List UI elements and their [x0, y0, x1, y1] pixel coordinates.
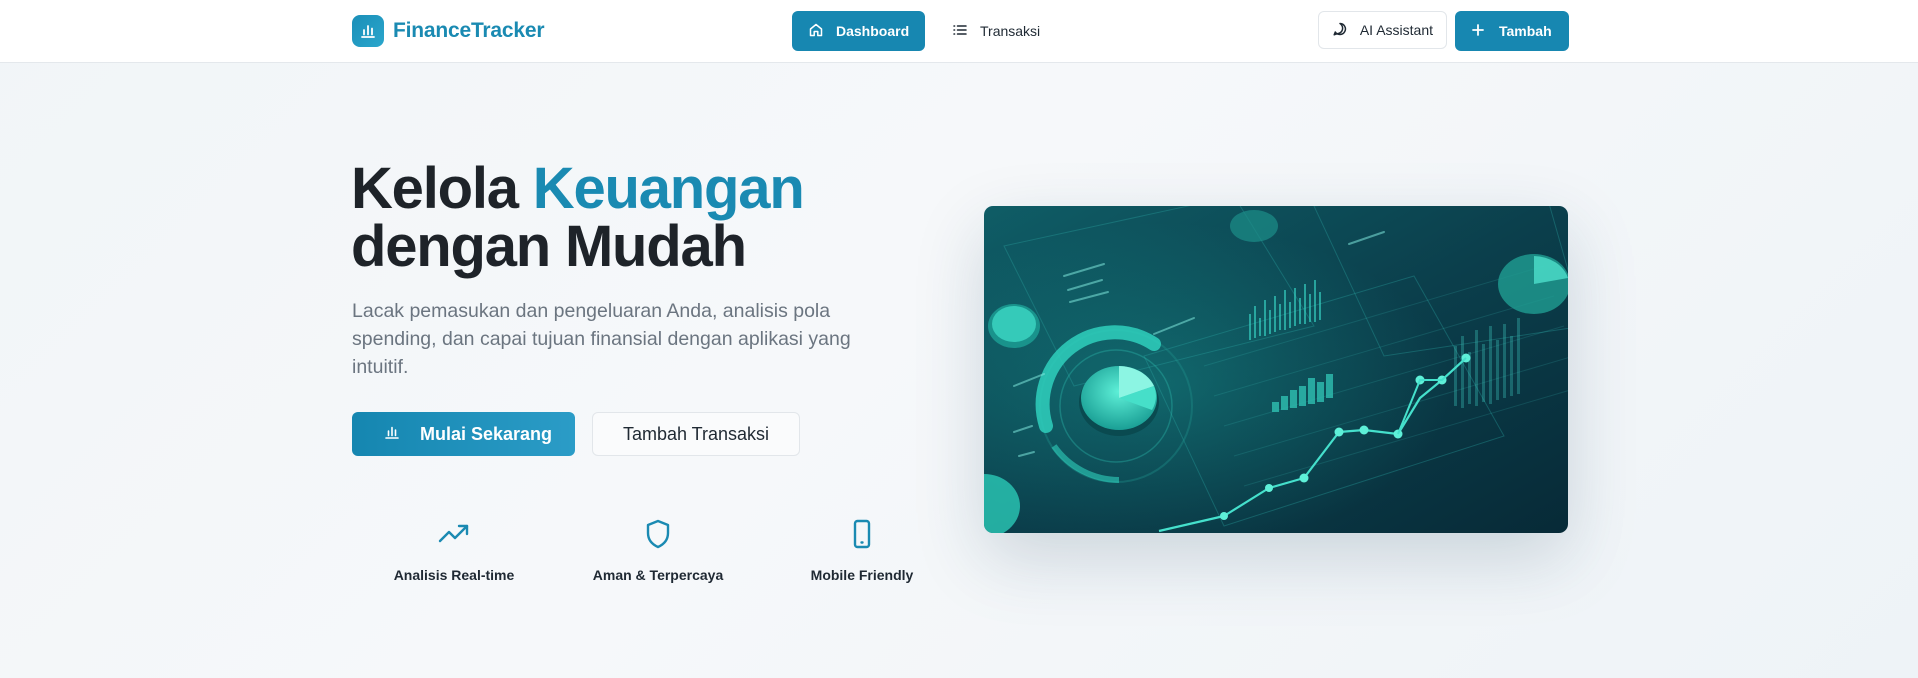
bar-chart-logo-icon [352, 15, 384, 47]
chat-bubble-icon [1332, 21, 1348, 40]
hero-title: Kelola Keuangan dengan Mudah [351, 160, 805, 279]
brand-logo-link[interactable]: FinanceTracker [352, 15, 544, 47]
add-transaction-button[interactable]: Tambah Transaksi [592, 412, 800, 456]
ai-assistant-label: AI Assistant [1359, 22, 1433, 38]
home-icon [808, 22, 824, 41]
nav-dashboard-label: Dashboard [836, 23, 910, 39]
list-icon [952, 22, 968, 41]
hero-title-accent: Keuangan [532, 156, 805, 221]
feature-label: Aman & Terpercaya [592, 567, 724, 583]
hero-subtitle: Lacak pemasukan dan pengeluaran Anda, an… [352, 300, 851, 378]
hero-title-part2: dengan Mudah [351, 214, 747, 279]
plus-icon [1471, 23, 1485, 40]
top-navbar: FinanceTracker Dashboard Transaksi AI As… [0, 0, 1918, 63]
header-actions: AI Assistant Tambah [1317, 11, 1569, 51]
add-button-label: Tambah [1499, 23, 1552, 39]
feature-item-mobile: Mobile Friendly [760, 518, 964, 583]
shield-icon [642, 518, 674, 555]
main-nav: Dashboard Transaksi [792, 11, 1057, 51]
feature-label: Mobile Friendly [810, 567, 914, 583]
feature-item-secure: Aman & Terpercaya [556, 518, 760, 583]
start-now-label: Mulai Sekarang [420, 423, 553, 444]
nav-dashboard-button[interactable]: Dashboard [792, 11, 925, 51]
feature-list: Analisis Real-time Aman & Terpercaya Mob… [352, 518, 964, 583]
nav-transaksi-label: Transaksi [980, 23, 1041, 39]
add-button[interactable]: Tambah [1455, 11, 1569, 51]
trending-up-icon [438, 518, 470, 555]
smartphone-icon [846, 518, 878, 555]
add-transaction-label: Tambah Transaksi [622, 423, 770, 444]
nav-transaksi-button[interactable]: Transaksi [935, 11, 1057, 51]
start-now-button[interactable]: Mulai Sekarang [352, 412, 575, 456]
ai-assistant-button[interactable]: AI Assistant [1317, 11, 1447, 49]
hero-title-part1: Kelola [351, 156, 533, 221]
feature-label: Analisis Real-time [393, 567, 515, 583]
dashboard-illustration-image [984, 206, 1568, 533]
brand-name: FinanceTracker [393, 19, 545, 42]
bar-chart-icon [384, 424, 400, 445]
feature-item-realtime: Analisis Real-time [352, 518, 556, 583]
cta-row: Mulai Sekarang Tambah Transaksi [352, 412, 800, 456]
